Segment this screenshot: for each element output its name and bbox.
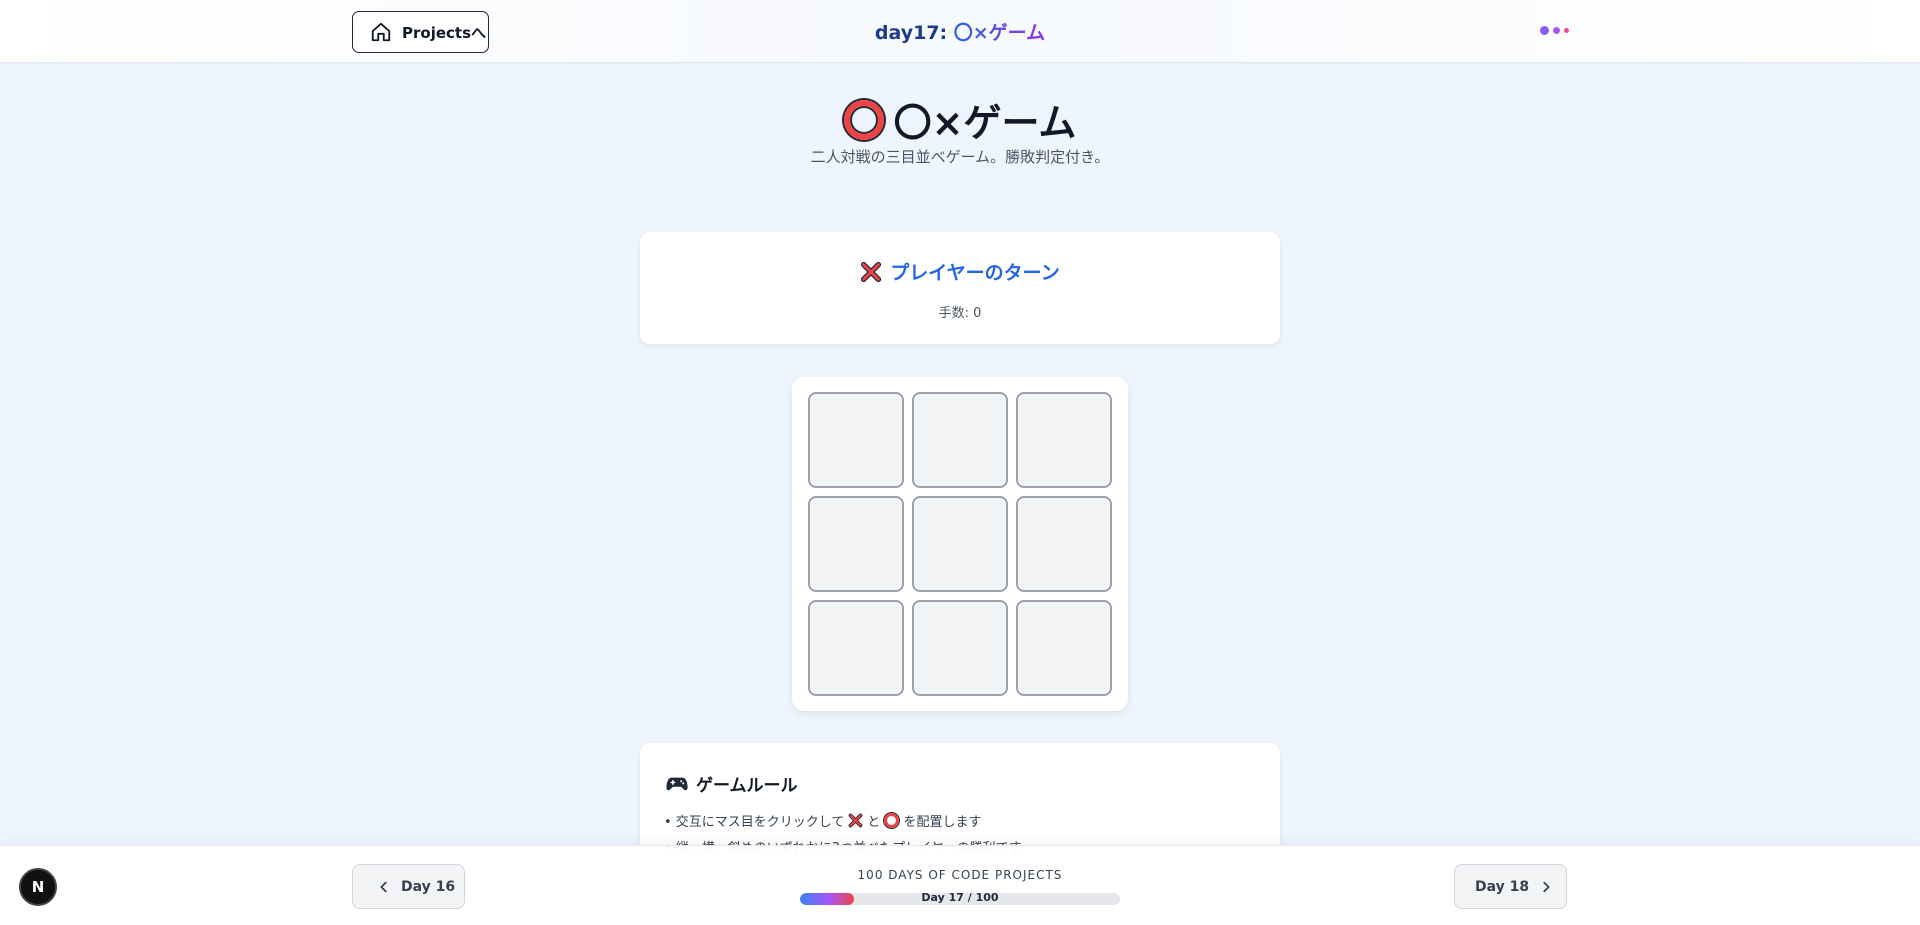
board-cell-3[interactable]: [808, 496, 904, 592]
turn-text: プレイヤーのターン: [890, 262, 1060, 284]
header-title-day: day17:: [874, 22, 954, 44]
board-cell-7[interactable]: [912, 600, 1008, 696]
dots-icon: [1540, 26, 1569, 35]
page-title-text: 〇×ゲーム: [893, 101, 1077, 145]
board-cell-1[interactable]: [912, 392, 1008, 488]
game-board: [792, 377, 1128, 711]
rules-title: ゲームルール: [696, 776, 798, 796]
board-cell-2[interactable]: [1016, 392, 1112, 488]
top-header: Projectsへ day17: 〇×ゲーム: [0, 0, 1920, 63]
board-cell-4[interactable]: [912, 496, 1008, 592]
next-day-button[interactable]: Day 18: [1454, 864, 1567, 909]
series-label: 100 DAYS OF CODE PROJECTS: [857, 868, 1063, 882]
page-subtitle: 二人対戦の三目並べゲーム。勝敗判定付き。: [810, 148, 1110, 166]
rule-text: を配置します: [903, 814, 982, 830]
rule-item: • 交互にマス目をクリックして と を配置します: [664, 807, 1264, 833]
board-cell-6[interactable]: [808, 600, 904, 696]
board-cell-0[interactable]: [808, 392, 904, 488]
board-cell-5[interactable]: [1016, 496, 1112, 592]
x-icon: [849, 813, 863, 827]
gamepad-icon: [666, 777, 688, 790]
o-mark-icon: [843, 99, 884, 140]
status-card: プレイヤーのターン 手数: 0: [640, 232, 1280, 344]
page-title: 〇×ゲーム: [0, 92, 1920, 147]
turn-indicator: プレイヤーのターン: [640, 258, 1280, 285]
rule-text: • 交互にマス目をクリックして: [664, 814, 845, 830]
header-title-name: 〇×ゲーム: [953, 22, 1046, 44]
move-count: 手数: 0: [938, 306, 982, 321]
rule-text: と: [867, 814, 881, 830]
board-cell-8[interactable]: [1016, 600, 1112, 696]
bottom-nav: Day 16 100 DAYS OF CODE PROJECTS Day 17 …: [0, 845, 1920, 925]
o-mark-icon: [884, 812, 900, 828]
x-icon: [861, 261, 882, 282]
next-day-label: Day 18: [1475, 878, 1530, 895]
header-title: day17: 〇×ゲーム: [0, 18, 1920, 45]
chevron-right-icon: [1543, 881, 1550, 892]
n-badge-button[interactable]: N: [19, 868, 57, 906]
rules-heading: ゲームルール: [666, 771, 798, 796]
progress-text: Day 17 / 100: [921, 891, 999, 904]
